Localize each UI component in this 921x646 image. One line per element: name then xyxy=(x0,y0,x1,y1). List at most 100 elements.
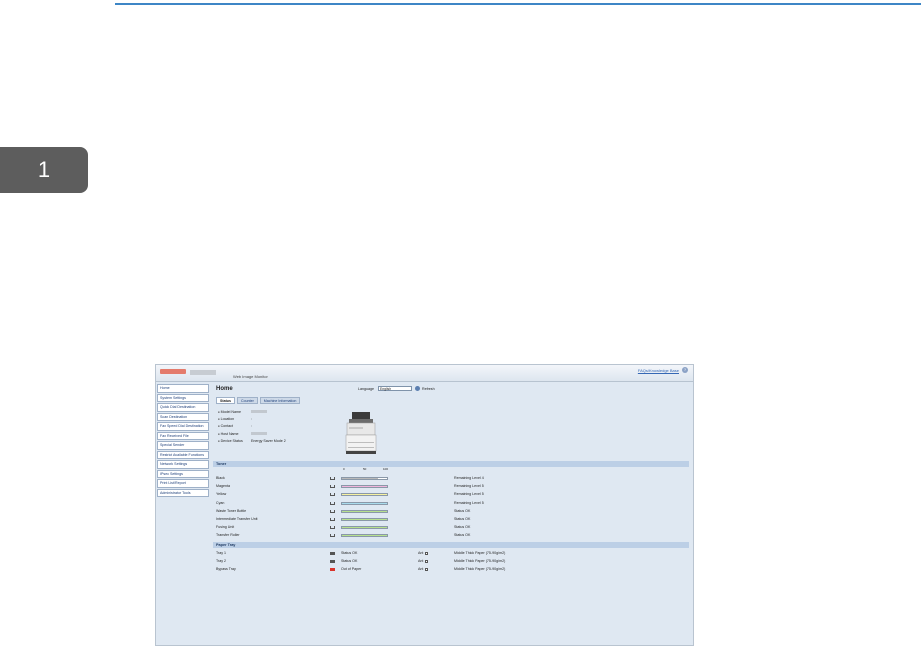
scale-tick-label: 50 xyxy=(363,467,367,471)
toner-level-fill xyxy=(342,478,378,479)
toner-icon xyxy=(330,534,335,538)
toner-name: Transfer Roller xyxy=(216,533,240,538)
toner-name: Black xyxy=(216,476,225,480)
app-title: Web Image Monitor xyxy=(233,374,268,379)
tray-name: Tray 2 xyxy=(216,559,227,564)
sidebar-item[interactable]: IPsec Settings xyxy=(157,469,209,478)
scale-tick-label: 0 xyxy=(343,467,345,471)
language-label: Language xyxy=(358,387,374,391)
info-row: Model Name xyxy=(218,408,286,415)
toner-level-bar xyxy=(341,477,388,480)
toner-icon xyxy=(330,509,335,513)
sidebar-item[interactable]: Fax Speed Dial Destination xyxy=(157,422,209,431)
sidebar-menu: Home System Settings Quick Dial Destinatio… xyxy=(157,384,209,498)
tray-name: Tray 1 xyxy=(216,551,227,555)
toner-row: Fusing Unit Status OK xyxy=(216,524,686,531)
toner-icon xyxy=(330,518,335,521)
faq-link[interactable]: FAQs/Knowledge Base xyxy=(638,368,679,373)
toner-level-bar xyxy=(341,493,388,497)
main-panel: Home Language English Refresh Status Coun… xyxy=(213,384,689,642)
info-label: Model Name xyxy=(218,410,251,414)
toner-icon xyxy=(330,477,335,480)
tab-machine-information[interactable]: Machine Information xyxy=(259,397,301,404)
sidebar-item[interactable]: Administrator Tools xyxy=(157,488,209,497)
paper-tray-row: Tray 1 Status OK Ant Middle Thick Paper (75… xyxy=(216,550,686,557)
tray-status: Status OK xyxy=(341,559,358,564)
toner-scale: 0 50 100 xyxy=(343,467,389,472)
sidebar-item[interactable]: Fax Received File xyxy=(157,431,209,440)
toner-level-fill xyxy=(342,527,387,529)
tray-auto-label: Ant xyxy=(418,551,424,555)
toner-row: Intermediate Transfer Unit Status OK xyxy=(216,516,686,523)
tab-bar: Status Counter Machine Information xyxy=(216,397,302,404)
tray-status: Out of Paper xyxy=(341,567,362,572)
tray-icon xyxy=(330,560,335,564)
tray-icon xyxy=(330,552,335,555)
toner-level-fill xyxy=(342,494,387,496)
info-row: Device StatusEnergy Saver Mode 2 xyxy=(218,437,286,444)
toner-icon xyxy=(330,526,335,530)
info-label: Location xyxy=(218,417,251,421)
info-value: : xyxy=(251,416,252,421)
refresh-link[interactable]: Refresh xyxy=(422,387,435,391)
toner-level-fill xyxy=(342,535,387,537)
tray-checkbox[interactable] xyxy=(425,552,428,555)
toner-name: Cyan xyxy=(216,500,225,505)
toner-name: Intermediate Transfer Unit xyxy=(216,517,258,521)
toner-name: Yellow xyxy=(216,492,227,497)
tray-paper-type: Middle Thick Paper (75-90g/m2) xyxy=(454,559,506,564)
toner-row: Waste Toner Bottle Status OK xyxy=(216,508,686,515)
tray-auto-label: Ant xyxy=(418,567,424,572)
tab-status[interactable]: Status xyxy=(216,397,235,404)
toner-icon xyxy=(330,485,335,489)
sidebar-item[interactable]: Scan Destination xyxy=(157,412,209,421)
toner-row: Transfer Roller Status OK xyxy=(216,532,686,539)
tray-paper-type: Middle Thick Paper (75-90g/m2) xyxy=(454,567,506,572)
tray-checkbox[interactable] xyxy=(425,560,428,564)
sidebar-item[interactable]: System Settings xyxy=(157,393,209,402)
info-value: : xyxy=(251,424,252,429)
toner-status: Status OK xyxy=(454,517,471,521)
toner-row: Black Remaining Level 4 xyxy=(216,475,686,482)
toner-status: Remaining Level 4 xyxy=(454,476,484,480)
brand-logo xyxy=(160,369,186,374)
top-rule xyxy=(115,3,921,5)
tab-counter[interactable]: Counter xyxy=(236,397,258,404)
web-image-monitor-screenshot: Web Image Monitor FAQs/Knowledge Base ? … xyxy=(155,364,694,646)
refresh-icon[interactable] xyxy=(415,386,420,391)
page-title: Home xyxy=(216,386,233,392)
info-label: Host Name xyxy=(218,432,251,436)
toner-level-bar xyxy=(341,501,388,505)
tray-checkbox[interactable] xyxy=(425,568,428,572)
language-select[interactable]: English xyxy=(378,386,412,391)
blurred-model-name xyxy=(190,370,216,375)
toner-level-bar xyxy=(341,534,388,538)
info-row: Location: xyxy=(218,415,286,422)
toner-status: Status OK xyxy=(454,508,471,513)
info-row: Host Name xyxy=(218,430,286,437)
info-label: Contact xyxy=(218,424,251,428)
toner-row: Cyan Remaining Level 5 xyxy=(216,500,686,507)
sidebar-item[interactable]: Home xyxy=(157,384,209,393)
sidebar-item[interactable]: Special Sender xyxy=(157,441,209,450)
sidebar-item[interactable]: Network Settings xyxy=(157,460,209,469)
sidebar-item[interactable]: Quick Dial Destination xyxy=(157,403,209,412)
toner-status: Remaining Level 5 xyxy=(454,500,484,505)
device-info: Model NameLocation:Contact:Host NameDevi… xyxy=(218,408,286,444)
toner-section-header: Toner xyxy=(213,461,689,467)
tray-status: Status OK xyxy=(341,551,358,555)
paper-tray-row: Tray 2 Status OK Ant Middle Thick Paper (75… xyxy=(216,558,686,565)
app-header: Web Image Monitor FAQs/Knowledge Base ? xyxy=(156,365,693,382)
toner-status: Status OK xyxy=(454,533,471,538)
toner-row: Yellow Remaining Level 5 xyxy=(216,491,686,498)
tray-paper-type: Middle Thick Paper (75-90g/m2) xyxy=(454,551,506,555)
tray-name: Bypass Tray xyxy=(216,567,236,572)
sidebar-item[interactable]: Restrict Available Functions xyxy=(157,450,209,459)
blurred-value xyxy=(251,410,267,414)
toner-level-bar xyxy=(341,518,388,521)
sidebar-item[interactable]: Print List/Report xyxy=(157,479,209,488)
toner-name: Waste Toner Bottle xyxy=(216,508,247,513)
toner-level-bar xyxy=(341,509,388,513)
info-row: Contact: xyxy=(218,423,286,430)
help-icon[interactable]: ? xyxy=(682,367,688,373)
